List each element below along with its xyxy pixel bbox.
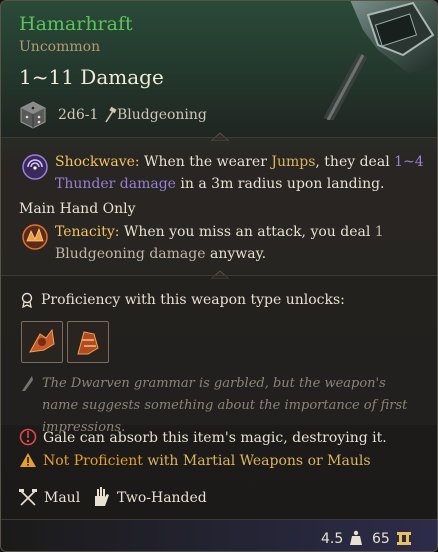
- item-rarity: Uncommon: [19, 39, 101, 55]
- main-hand-only-label: Main Hand Only: [19, 201, 136, 217]
- gale-note: Gale can absorb this item's magic, destr…: [43, 430, 387, 446]
- damage-total: 1~11 Damage: [19, 65, 164, 89]
- shockwave-title: Shockwave:: [55, 154, 140, 170]
- maul-icon: [19, 489, 37, 506]
- shockwave-text-b: , they deal: [315, 154, 395, 170]
- warning-icon: [20, 453, 36, 467]
- thunder-damage-keyword[interactable]: Thunder damage: [55, 176, 176, 192]
- weapon-action-1-icon: [29, 328, 55, 353]
- item-tooltip: Hamarhraft Uncommon 1~11 Damage 2d6-1 Bl…: [0, 0, 438, 552]
- shockwave-amount: 1~4: [394, 154, 424, 170]
- gold-value: 65: [372, 531, 390, 547]
- two-handed-icon: [95, 487, 109, 506]
- weapon-action-slot-2[interactable]: [67, 321, 109, 363]
- tenacity-title: Tenacity:: [55, 224, 120, 240]
- shockwave-description: Shockwave: When the wearer Jumps, they d…: [55, 151, 425, 195]
- not-proficient-label: Not Proficient: [43, 453, 143, 469]
- tenacity-text-a: When you miss an attack, you deal: [119, 224, 375, 240]
- jumps-keyword[interactable]: Jumps: [271, 154, 315, 170]
- tenacity-text-b: anyway.: [205, 246, 267, 262]
- damage-type: Bludgeoning: [117, 107, 207, 123]
- shockwave-text-a: When the wearer: [139, 154, 272, 170]
- damage-formula: 2d6-1: [58, 107, 99, 123]
- bludgeon-icon: [105, 107, 117, 123]
- quill-icon: [22, 376, 33, 391]
- bludgeoning-damage-keyword[interactable]: Bludgeoning damage: [55, 246, 206, 262]
- handedness-label: Two-Handed: [117, 490, 207, 506]
- shockwave-text-c: in a 3m radius upon landing.: [175, 176, 385, 192]
- tenacity-description: Tenacity: When you miss an attack, you d…: [55, 221, 425, 265]
- gold-icon: [397, 532, 411, 545]
- weight-value: 4.5: [321, 531, 344, 547]
- proficiency-unlocks-label: Proficiency with this weapon type unlock…: [41, 292, 345, 308]
- proficiency-warning: Not Proficient with Martial Weapons or M…: [43, 450, 371, 472]
- proficiency-icon: [21, 292, 33, 308]
- tenacity-amount: 1: [374, 224, 384, 240]
- weapon-type-label: Maul: [44, 490, 81, 506]
- shockwave-icon: [22, 154, 48, 180]
- tooltip-header: Hamarhraft Uncommon 1~11 Damage 2d6-1 Bl…: [1, 1, 437, 137]
- weapon-action-slot-1[interactable]: [21, 321, 63, 363]
- maul-artwork-icon: [323, 1, 437, 120]
- gale-icon: [19, 428, 37, 446]
- tooltip-footer: 4.5 65: [1, 519, 437, 551]
- weight-icon: [350, 530, 362, 545]
- tenacity-icon: [22, 224, 48, 250]
- die-icon: [20, 101, 46, 129]
- weapon-action-2-icon: [77, 331, 99, 355]
- not-proficient-detail: with Martial Weapons or Mauls: [142, 453, 371, 469]
- item-name: Hamarhraft: [19, 13, 133, 35]
